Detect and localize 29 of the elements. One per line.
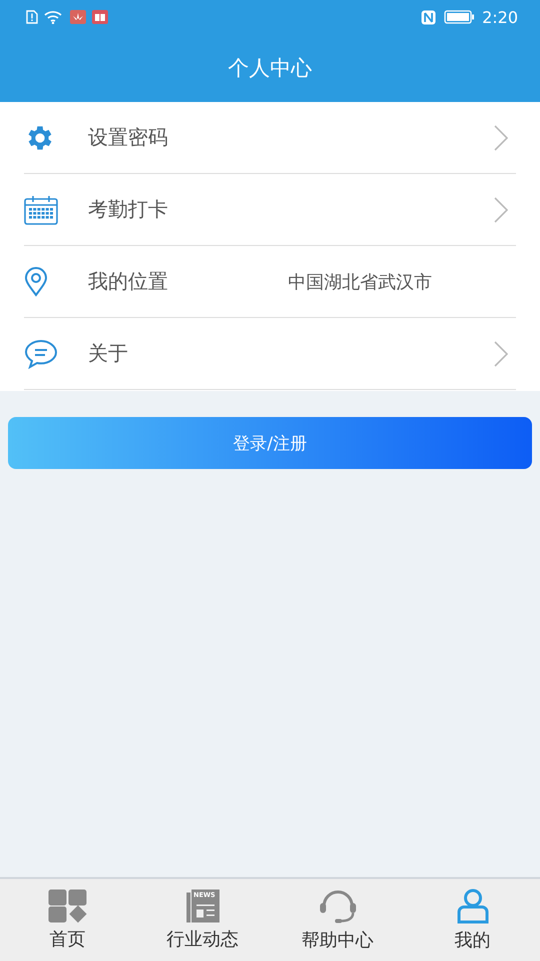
grid-icon [48,889,88,923]
menu-item[interactable]: 关于 [24,318,516,390]
app-icon [70,10,86,24]
book-icon [92,10,108,24]
chat-bubble-icon [24,338,58,368]
nfc-icon [421,10,436,24]
location-value: 中国湖北省武汉市 [288,270,432,294]
menu-item[interactable]: 设置密码 [24,102,516,174]
location-pin-icon [24,266,48,296]
page-title: 个人中心 [228,55,312,82]
battery-icon [444,10,474,24]
menu-item[interactable]: 考勤打卡 [24,174,516,246]
menu-label: 关于 [88,340,129,367]
menu-label: 我的位置 [88,268,169,295]
tab-item[interactable]: 我的 [405,879,540,961]
wifi-icon [44,10,64,24]
headset-icon [318,888,358,924]
sim-alert-icon [26,10,38,24]
menu-item[interactable]: 我的位置 中国湖北省武汉市 [24,246,516,318]
chevron-right-icon [494,340,508,366]
menu-label: 设置密码 [88,124,169,151]
calendar-icon [24,194,58,224]
tab-item[interactable]: 帮助中心 [270,879,405,961]
status-time: 2:20 [482,8,518,26]
user-icon [454,888,490,924]
chevron-right-icon [494,196,508,222]
menu-label: 考勤打卡 [88,196,169,223]
tab-item[interactable]: 首页 [0,879,135,961]
chevron-right-icon [494,124,508,150]
